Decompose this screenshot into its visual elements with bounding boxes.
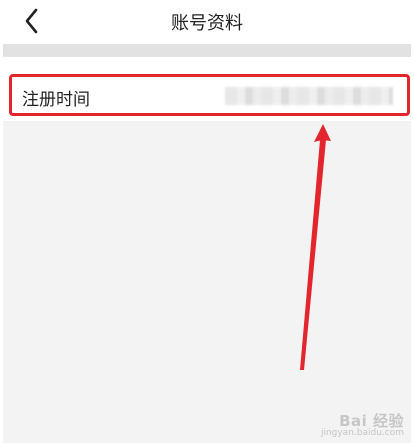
watermark-brand: Bai 经验 bbox=[339, 411, 404, 430]
section-divider bbox=[3, 44, 411, 57]
registration-time-value-blurred bbox=[225, 87, 393, 105]
page-background bbox=[3, 121, 411, 443]
registration-time-label: 注册时间 bbox=[22, 90, 90, 110]
registration-time-row[interactable]: 注册时间 bbox=[9, 74, 410, 116]
top-navigation-bar: 账号资料 bbox=[0, 0, 414, 44]
watermark: Bai 经验 jingyan.baidu.com bbox=[321, 413, 404, 439]
watermark-url: jingyan.baidu.com bbox=[320, 428, 404, 439]
page-title: 账号资料 bbox=[171, 13, 243, 34]
